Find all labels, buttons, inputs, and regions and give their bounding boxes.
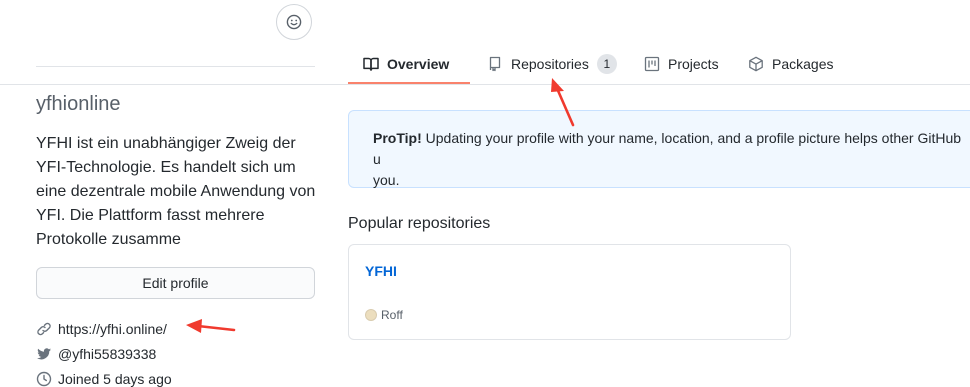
popular-repositories-heading: Popular repositories xyxy=(348,215,491,232)
tab-label: Overview xyxy=(387,56,450,72)
set-status-button[interactable] xyxy=(276,4,312,40)
tab-label: Repositories xyxy=(511,56,589,72)
repo-language: Roff xyxy=(365,308,403,322)
selected-tab-underline xyxy=(348,82,470,84)
edit-profile-button[interactable]: Edit profile xyxy=(36,267,315,299)
tab-overview[interactable]: Overview xyxy=(363,44,449,84)
website-link[interactable]: https://yfhi.online/ xyxy=(58,321,167,337)
profile-twitter[interactable]: @yfhi55839338 xyxy=(36,346,156,362)
avatar-divider xyxy=(36,66,315,67)
book-icon xyxy=(363,56,379,72)
tab-packages[interactable]: Packages xyxy=(748,44,833,84)
repo-count-badge: 1 xyxy=(596,54,617,74)
project-icon xyxy=(644,56,660,72)
repo-card: YFHI Roff xyxy=(348,244,791,340)
tab-nav-divider xyxy=(0,84,970,85)
tab-projects[interactable]: Projects xyxy=(644,44,719,84)
repo-name-link[interactable]: YFHI xyxy=(365,263,397,279)
repo-icon xyxy=(487,56,503,72)
link-icon xyxy=(36,321,52,337)
package-icon xyxy=(748,56,764,72)
tab-label: Packages xyxy=(772,56,834,72)
protip-text: Updating your profile with your name, lo… xyxy=(373,130,962,167)
profile-bio: YFHI ist ein unabhängiger Zweig der YFI-… xyxy=(36,135,316,248)
smiley-icon xyxy=(286,14,302,30)
clock-icon xyxy=(36,371,52,387)
twitter-handle[interactable]: @yfhi55839338 xyxy=(58,346,156,362)
language-color-dot xyxy=(365,309,377,321)
annotation-arrow-repositories xyxy=(551,78,575,127)
profile-username: yfhionline xyxy=(36,93,121,115)
protip-banner: ProTip! Updating your profile with your … xyxy=(348,110,970,188)
profile-website[interactable]: https://yfhi.online/ xyxy=(36,321,167,337)
annotation-arrow-website xyxy=(186,319,236,333)
tab-label: Projects xyxy=(668,56,719,72)
protip-label: ProTip! xyxy=(373,130,422,146)
repo-language-label: Roff xyxy=(381,308,403,322)
protip-text-continued: you. xyxy=(373,172,400,188)
twitter-icon xyxy=(36,346,52,362)
profile-joined: Joined 5 days ago xyxy=(36,371,172,387)
joined-text: Joined 5 days ago xyxy=(58,371,172,387)
